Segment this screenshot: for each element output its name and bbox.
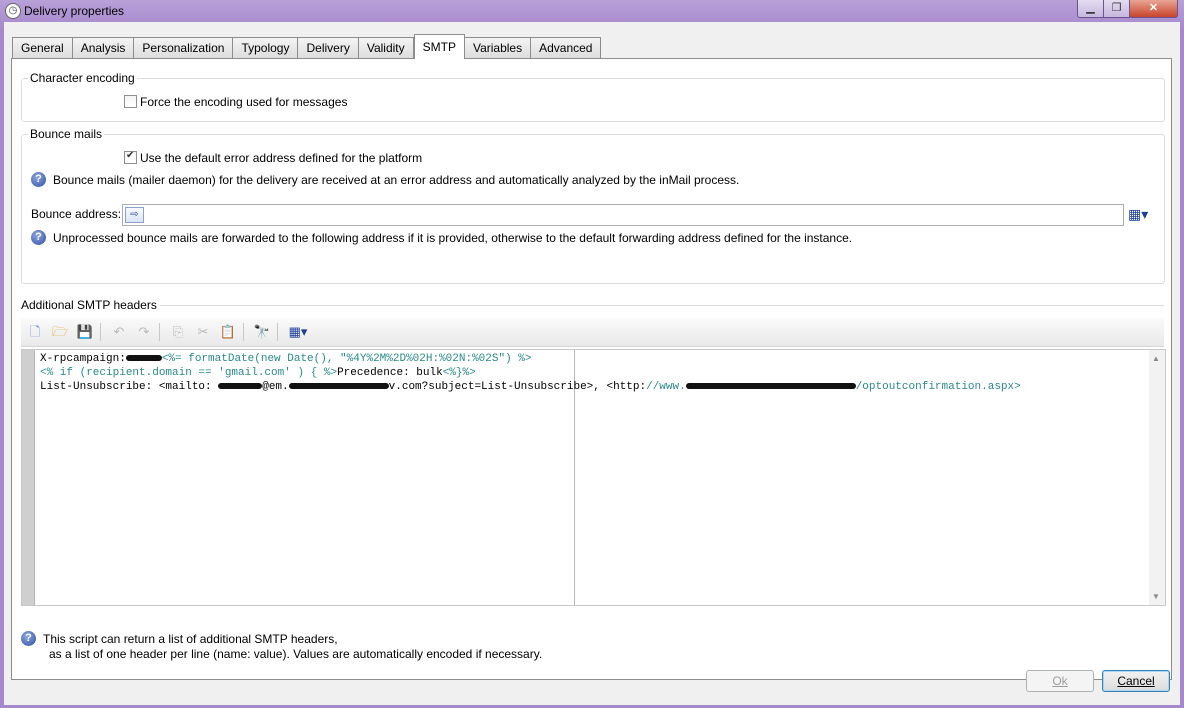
scroll-up-icon[interactable]: ▲	[1152, 354, 1160, 363]
section-divider	[160, 305, 1164, 306]
tab-smtp[interactable]: SMTP	[413, 34, 465, 59]
use-default-error-address-label[interactable]: Use the default error address defined fo…	[140, 151, 422, 165]
title-bar[interactable]: ◷ Delivery properties ▁ ❐ ✕	[0, 0, 1184, 22]
cut-icon[interactable]: ✂	[193, 323, 213, 341]
toolbar-separator	[100, 323, 101, 341]
code-line-3: List-Unsubscribe: <mailto: @em. v.com?sub…	[40, 381, 1021, 393]
use-default-error-address-checkbox[interactable]	[124, 150, 137, 164]
bounce-info-text: Bounce mails (mailer daemon) for the del…	[53, 173, 740, 187]
force-encoding-label[interactable]: Force the encoding used for messages	[140, 95, 347, 109]
tab-typology[interactable]: Typology	[233, 37, 299, 59]
scroll-down-icon[interactable]: ▼	[1152, 592, 1160, 601]
redacted-text	[218, 383, 263, 390]
help-icon: ?	[31, 230, 46, 245]
paste-icon[interactable]: 📋	[218, 323, 238, 341]
copy-icon[interactable]: ⎘	[168, 323, 188, 341]
tab-advanced[interactable]: Advanced	[531, 37, 602, 59]
code-line-1: X-rpcampaign: <%= formatDate(new Date(), …	[40, 353, 532, 365]
toolbar-separator	[277, 323, 278, 341]
help-icon: ?	[21, 631, 36, 646]
toolbar-separator	[159, 323, 160, 341]
forwarding-info-text: Unprocessed bounce mails are forwarded t…	[53, 231, 853, 245]
app-icon: ◷	[5, 3, 21, 19]
smtp-tab-panel: Character encoding Force the encoding us…	[11, 58, 1172, 680]
editor-gutter	[22, 350, 35, 605]
redacted-text	[125, 355, 162, 362]
tab-analysis[interactable]: Analysis	[72, 37, 135, 59]
minimize-button[interactable]: ▁	[1077, 0, 1104, 18]
redacted-text	[288, 383, 389, 390]
toolbar-separator	[243, 323, 244, 341]
script-help-line-1: This script can return a list of additio…	[43, 632, 338, 646]
save-icon[interactable]: 💾	[75, 323, 95, 341]
dialog-client-area: General Analysis Personalization Typolog…	[4, 22, 1180, 705]
ok-button[interactable]: Ok	[1026, 670, 1094, 692]
character-encoding-title: Character encoding	[28, 71, 137, 85]
help-icon: ?	[31, 172, 46, 187]
open-folder-icon[interactable]: 🗁	[50, 323, 70, 341]
script-editor-toolbar: 🗋 🗁 💾 ↶ ↷ ⎘ ✂ 📋 🔭 ▦▾	[21, 318, 1164, 347]
editor-vertical-scrollbar[interactable]: ▲ ▼	[1149, 350, 1165, 605]
smtp-headers-code[interactable]: X-rpcampaign: <%= formatDate(new Date(), …	[40, 352, 1021, 394]
tab-personalization[interactable]: Personalization	[134, 37, 234, 59]
bounce-address-label: Bounce address:	[31, 207, 122, 221]
script-help-line-2: as a list of one header per line (name: …	[49, 647, 543, 661]
tab-variables[interactable]: Variables	[464, 37, 532, 59]
code-line-2: <% if (recipient.domain == 'gmail.com' )…	[40, 367, 476, 379]
tab-validity[interactable]: Validity	[358, 37, 414, 59]
window-title: Delivery properties	[24, 4, 125, 18]
function-menu-icon[interactable]: ▦▾	[284, 323, 312, 341]
force-encoding-checkbox[interactable]	[124, 95, 137, 108]
undo-icon[interactable]: ↶	[109, 323, 129, 341]
find-icon[interactable]: 🔭	[252, 323, 272, 341]
bounce-address-field[interactable]: ⇨	[122, 204, 1124, 226]
tab-bar: General Analysis Personalization Typolog…	[12, 34, 602, 59]
maximize-button[interactable]: ❐	[1103, 0, 1130, 18]
bounce-mails-title: Bounce mails	[28, 127, 105, 141]
smtp-headers-script-editor[interactable]: ▲ ▼ X-rpcampaign: <%= formatDate(new Date…	[21, 349, 1166, 606]
tab-delivery[interactable]: Delivery	[298, 37, 359, 59]
delivery-properties-window: ◷ Delivery properties ▁ ❐ ✕ General Anal…	[0, 0, 1184, 708]
tab-general[interactable]: General	[12, 37, 73, 59]
email-address-icon: ⇨	[125, 207, 144, 223]
cancel-button[interactable]: Cancel	[1102, 670, 1170, 692]
redo-icon[interactable]: ↷	[134, 323, 154, 341]
close-button[interactable]: ✕	[1129, 0, 1178, 18]
smtp-headers-title: Additional SMTP headers	[21, 298, 157, 312]
new-document-icon[interactable]: 🗋	[25, 323, 45, 341]
redacted-text	[685, 383, 856, 390]
function-menu-icon[interactable]: ▦▾	[1128, 206, 1148, 223]
